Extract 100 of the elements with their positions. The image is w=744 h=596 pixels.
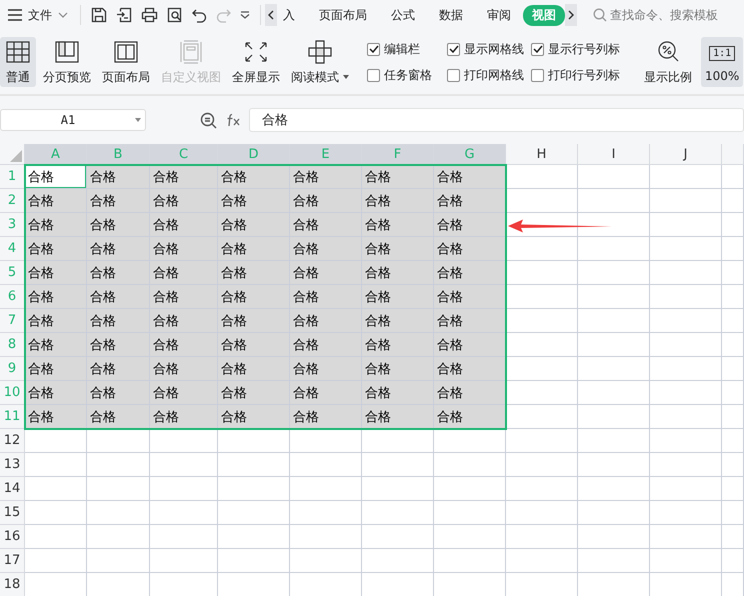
print-preview-icon[interactable]	[167, 7, 183, 23]
table-cell	[506, 549, 578, 573]
column-header[interactable]: I	[578, 144, 650, 165]
table-cell	[218, 525, 290, 549]
table-cell: 合格	[362, 285, 434, 309]
file-menu[interactable]: 文件	[28, 6, 52, 24]
table-cell: 合格	[25, 405, 87, 429]
export-icon[interactable]	[116, 7, 132, 23]
ribbon-tab[interactable]: 入	[277, 4, 307, 26]
table-cell	[722, 261, 744, 285]
view-button[interactable]: 阅读模式	[287, 37, 353, 87]
table-cell	[362, 525, 434, 549]
row-header[interactable]: 16	[0, 525, 25, 549]
view-button[interactable]: 页面布局	[98, 37, 154, 87]
checkbox-option[interactable]: 打印行号列标	[531, 62, 627, 88]
view-button[interactable]: 普通	[0, 37, 36, 87]
table-cell: 合格	[290, 309, 362, 333]
table-cell	[290, 477, 362, 501]
checkbox-option[interactable]: 显示网格线	[447, 36, 531, 62]
function-icon[interactable]	[225, 112, 241, 128]
table-cell: 合格	[290, 261, 362, 285]
table-cell: 合格	[434, 405, 506, 429]
pagebreak-view-icon	[53, 38, 81, 64]
table-cell	[25, 453, 87, 477]
scroll-left-button[interactable]	[265, 4, 277, 26]
row-header[interactable]: 17	[0, 549, 25, 573]
table-cell	[25, 549, 87, 573]
table-cell	[578, 357, 650, 381]
name-box[interactable]: A1	[0, 109, 146, 131]
table-cell: 合格	[150, 405, 218, 429]
table-cell: 合格	[362, 381, 434, 405]
table-cell	[578, 405, 650, 429]
row-header[interactable]: 14	[0, 477, 25, 501]
table-cell	[290, 501, 362, 525]
table-cell	[506, 381, 578, 405]
table-cell	[218, 429, 290, 453]
ribbon-tab[interactable]: 数据	[427, 4, 475, 26]
table-cell: 合格	[362, 237, 434, 261]
view-button[interactable]: 全屏显示	[228, 37, 284, 87]
table-cell: 合格	[434, 333, 506, 357]
table-cell: 合格	[87, 165, 150, 189]
table-cell: 合格	[434, 357, 506, 381]
caret-icon	[343, 75, 349, 79]
table-cell	[362, 477, 434, 501]
table-cell	[578, 453, 650, 477]
checkbox-option[interactable]: 编辑栏	[367, 36, 447, 62]
table-cell: 合格	[150, 165, 218, 189]
table-cell	[650, 213, 722, 237]
table-cell	[578, 237, 650, 261]
row-header[interactable]: 15	[0, 501, 25, 525]
table-cell	[722, 453, 744, 477]
save-icon[interactable]	[91, 7, 107, 23]
column-header[interactable]: J	[650, 144, 722, 165]
table-cell: 合格	[150, 261, 218, 285]
ribbon-tab[interactable]: 审阅	[475, 4, 523, 26]
table-cell	[506, 189, 578, 213]
print-icon[interactable]	[141, 7, 158, 23]
table-cell: 合格	[434, 213, 506, 237]
table-cell	[722, 477, 744, 501]
row-header[interactable]: 18	[0, 573, 25, 596]
table-cell: 合格	[25, 261, 87, 285]
table-cell: 合格	[434, 285, 506, 309]
zoom-button[interactable]: 1:1 100%	[701, 37, 744, 87]
row-header[interactable]: 12	[0, 429, 25, 453]
row-header[interactable]: 13	[0, 453, 25, 477]
table-cell	[362, 429, 434, 453]
table-cell: 合格	[362, 189, 434, 213]
checkbox-option[interactable]: 打印网格线	[447, 62, 531, 88]
table-cell	[25, 501, 87, 525]
table-cell	[362, 549, 434, 573]
table-cell	[722, 549, 744, 573]
dropdown-icon[interactable]	[240, 11, 250, 19]
menu-icon[interactable]	[8, 9, 22, 21]
zoom-icon[interactable]	[200, 112, 217, 128]
table-cell	[218, 501, 290, 525]
table-cell	[578, 309, 650, 333]
ribbon-tab[interactable]: 页面布局	[307, 4, 379, 26]
checkbox-option[interactable]: 任务窗格	[367, 62, 447, 88]
zoom-button[interactable]: 显示比例	[640, 37, 696, 87]
view-button[interactable]: 分页预览	[39, 37, 95, 87]
column-header[interactable]: H	[506, 144, 578, 165]
scroll-right-button[interactable]	[565, 4, 577, 26]
chevron-icon[interactable]	[58, 12, 68, 18]
undo-icon[interactable]	[192, 8, 207, 22]
table-cell	[722, 309, 744, 333]
table-cell	[506, 501, 578, 525]
caret-icon[interactable]	[135, 118, 141, 122]
formula-field[interactable]: 合格	[249, 108, 744, 132]
table-cell	[650, 309, 722, 333]
table-cell	[578, 429, 650, 453]
table-cell: 合格	[290, 237, 362, 261]
checkbox-option[interactable]: 显示行号列标	[531, 36, 627, 62]
table-cell: 合格	[290, 333, 362, 357]
table-cell: 合格	[87, 405, 150, 429]
chevron-right-icon	[568, 10, 574, 20]
table-cell	[722, 213, 744, 237]
ribbon-tab[interactable]: 公式	[379, 4, 427, 26]
table-cell	[578, 333, 650, 357]
search-field[interactable]: 查找命令、搜索模板	[610, 8, 726, 22]
table-cell	[578, 501, 650, 525]
